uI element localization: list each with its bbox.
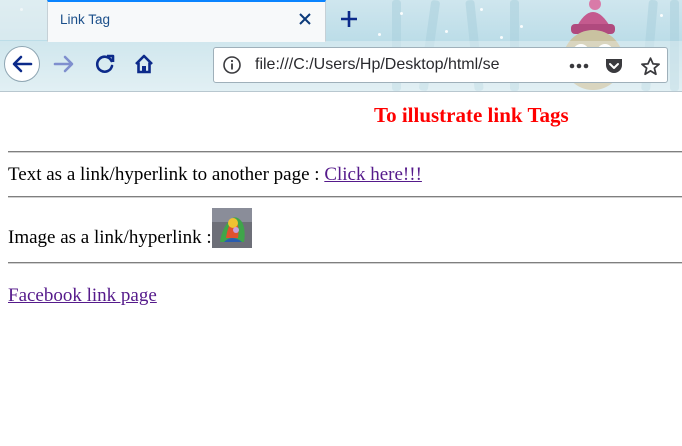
- horizontal-rule: [8, 262, 682, 264]
- forward-arrow-icon: [53, 55, 74, 73]
- browser-chrome: Link Tag file:///C:/Users/Hp/Desktop/htm…: [0, 0, 682, 92]
- reload-icon: [95, 54, 115, 73]
- info-icon[interactable]: [222, 55, 242, 75]
- text-link-row: Text as a link/hyperlink to another page…: [8, 164, 422, 186]
- tab-title: Link Tag: [60, 12, 111, 27]
- reload-button[interactable]: [88, 47, 122, 81]
- plus-icon: [341, 11, 357, 27]
- close-icon[interactable]: [295, 9, 315, 29]
- tab-link-tag[interactable]: Link Tag: [47, 0, 326, 42]
- back-arrow-icon: [12, 55, 33, 73]
- more-dots-icon[interactable]: [568, 55, 590, 77]
- home-button[interactable]: [127, 47, 161, 81]
- page-content: To illustrate link Tags Text as a link/h…: [0, 92, 682, 446]
- click-here-link[interactable]: Click here!!!: [324, 164, 422, 185]
- star-icon[interactable]: [639, 55, 661, 77]
- url-text[interactable]: file:///C:/Users/Hp/Desktop/html/se: [255, 56, 525, 74]
- facebook-link[interactable]: Facebook link page: [8, 285, 157, 307]
- forward-button[interactable]: [47, 47, 81, 81]
- page-heading: To illustrate link Tags: [374, 103, 569, 127]
- image-link-row: Image as a link/hyperlink :: [8, 208, 252, 249]
- horizontal-rule: [8, 196, 682, 198]
- new-tab-button[interactable]: [336, 6, 362, 32]
- text-link-label: Text as a link/hyperlink to another page…: [8, 164, 325, 185]
- home-icon: [135, 54, 153, 74]
- image-link-label: Image as a link/hyperlink :: [8, 227, 212, 248]
- pocket-icon[interactable]: [603, 55, 625, 77]
- image-link[interactable]: [211, 208, 252, 248]
- address-bar[interactable]: file:///C:/Users/Hp/Desktop/html/se: [213, 47, 668, 83]
- back-button[interactable]: [4, 46, 40, 82]
- thumbnail-image[interactable]: [211, 208, 252, 248]
- horizontal-rule: [8, 151, 682, 153]
